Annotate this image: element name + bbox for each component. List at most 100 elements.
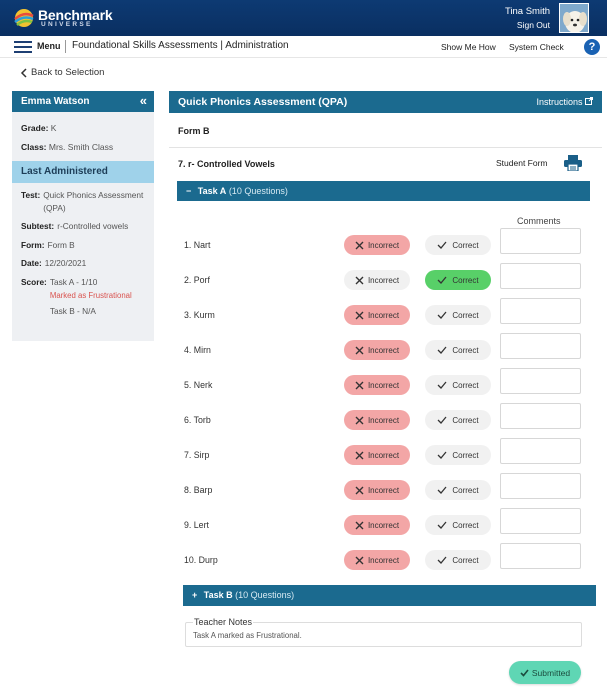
submitted-button[interactable]: Submitted — [509, 661, 581, 684]
task-a-header[interactable]: − Task A (10 Questions) — [177, 181, 590, 201]
incorrect-label: Incorrect — [367, 240, 400, 250]
x-icon — [355, 276, 364, 284]
grade-label: Grade: — [21, 123, 49, 133]
question-label: 6. Torb — [184, 415, 211, 425]
benchmark-logo[interactable]: Benchmark UNIVERSE — [14, 7, 113, 29]
question-label: 2. Porf — [184, 275, 210, 285]
incorrect-label: Incorrect — [367, 380, 400, 390]
test-value: Quick Phonics Assessment (QPA) — [43, 190, 144, 213]
hamburger-menu-icon[interactable] — [14, 41, 32, 53]
student-header: Emma Watson « — [12, 91, 154, 112]
correct-button[interactable]: Correct — [425, 340, 491, 360]
subtest-title: 7. r- Controlled Vowels — [178, 159, 275, 169]
comment-input[interactable] — [500, 298, 581, 324]
submitted-label: Submitted — [531, 667, 571, 678]
correct-button[interactable]: Correct — [425, 375, 491, 395]
student-form-link[interactable]: Student Form — [496, 158, 548, 168]
x-icon — [355, 241, 364, 249]
system-check-link[interactable]: System Check — [509, 42, 564, 52]
avatar[interactable] — [559, 3, 589, 33]
correct-button[interactable]: Correct — [425, 235, 491, 255]
divider — [169, 147, 602, 148]
instructions-label: Instructions — [536, 97, 583, 107]
form-label: Form: — [21, 239, 45, 250]
correct-label: Correct — [452, 555, 479, 565]
comment-input[interactable] — [500, 438, 581, 464]
incorrect-label: Incorrect — [367, 415, 400, 425]
comment-input[interactable] — [500, 333, 581, 359]
form-title: Form B — [178, 126, 210, 136]
checkmark-icon — [437, 451, 447, 459]
help-icon[interactable]: ? — [584, 39, 600, 55]
correct-button[interactable]: Correct — [425, 550, 491, 570]
sign-out-link[interactable]: Sign Out — [517, 20, 550, 30]
correct-button[interactable]: Correct — [425, 445, 491, 465]
score-label: Score: — [21, 276, 47, 287]
question-label: 3. Kurm — [184, 310, 215, 320]
incorrect-button[interactable]: Incorrect — [344, 340, 410, 360]
checkmark-icon — [437, 521, 447, 529]
incorrect-button[interactable]: Incorrect — [344, 235, 410, 255]
question-label: 10. Durp — [184, 555, 218, 565]
collapse-panel-icon[interactable]: « — [140, 94, 147, 107]
instructions-link[interactable]: Instructions — [536, 97, 593, 107]
x-icon — [355, 416, 364, 424]
comment-input[interactable] — [500, 543, 581, 569]
menu-bar: Menu Foundational Skills Assessments | A… — [0, 36, 607, 58]
checkmark-icon — [437, 416, 447, 424]
comment-input[interactable] — [500, 508, 581, 534]
comments-header: Comments — [517, 216, 561, 226]
score-task-b: Task B - N/A — [49, 305, 96, 316]
correct-label: Correct — [452, 240, 479, 250]
question-row: 10. Durp Incorrect Correct — [184, 543, 584, 574]
checkmark-icon — [437, 311, 447, 319]
back-to-selection-link[interactable]: Back to Selection — [20, 67, 104, 78]
menu-label[interactable]: Menu — [37, 41, 61, 51]
task-a-count: (10 Questions) — [228, 186, 288, 196]
comment-input[interactable] — [500, 403, 581, 429]
incorrect-button[interactable]: Incorrect — [344, 480, 410, 500]
correct-button[interactable]: Correct — [425, 515, 491, 535]
task-b-header[interactable]: + Task B (10 Questions) — [183, 585, 596, 606]
printer-icon[interactable] — [564, 155, 582, 171]
collapse-task-icon: − — [186, 186, 192, 196]
correct-label: Correct — [452, 310, 479, 320]
checkmark-icon — [437, 241, 447, 249]
checkmark-icon — [437, 381, 447, 389]
user-name: Tina Smith — [504, 6, 550, 17]
correct-button[interactable]: Correct — [425, 270, 491, 290]
comment-input[interactable] — [500, 228, 581, 254]
show-me-how-link[interactable]: Show Me How — [441, 42, 496, 52]
question-label: 5. Nerk — [184, 380, 213, 390]
correct-label: Correct — [452, 380, 479, 390]
correct-button[interactable]: Correct — [425, 305, 491, 325]
incorrect-button[interactable]: Incorrect — [344, 410, 410, 430]
incorrect-button[interactable]: Incorrect — [344, 305, 410, 325]
question-label: 1. Nart — [184, 240, 211, 250]
test-label: Test: — [21, 190, 41, 200]
form-value: Form B — [47, 239, 75, 250]
incorrect-button[interactable]: Incorrect — [344, 550, 410, 570]
last-administered-header: Last Administered — [12, 161, 154, 183]
subtest-value: r-Controlled vowels — [57, 221, 129, 231]
question-row: 3. Kurm Incorrect Correct — [184, 298, 584, 329]
incorrect-button[interactable]: Incorrect — [344, 515, 410, 535]
correct-button[interactable]: Correct — [425, 480, 491, 500]
external-link-icon — [585, 97, 593, 105]
incorrect-label: Incorrect — [367, 520, 400, 530]
question-row: 5. Nerk Incorrect Correct — [184, 368, 584, 399]
incorrect-button[interactable]: Incorrect — [344, 270, 410, 290]
x-icon — [355, 521, 364, 529]
correct-button[interactable]: Correct — [425, 410, 491, 430]
correct-label: Correct — [452, 345, 479, 355]
comment-input[interactable] — [500, 368, 581, 394]
x-icon — [355, 486, 364, 494]
comment-input[interactable] — [500, 473, 581, 499]
incorrect-button[interactable]: Incorrect — [344, 445, 410, 465]
task-b-count: (10 Questions) — [235, 590, 295, 600]
x-icon — [355, 556, 364, 564]
incorrect-label: Incorrect — [367, 275, 400, 285]
brand-sub: UNIVERSE — [41, 21, 93, 28]
comment-input[interactable] — [500, 263, 581, 289]
incorrect-button[interactable]: Incorrect — [344, 375, 410, 395]
